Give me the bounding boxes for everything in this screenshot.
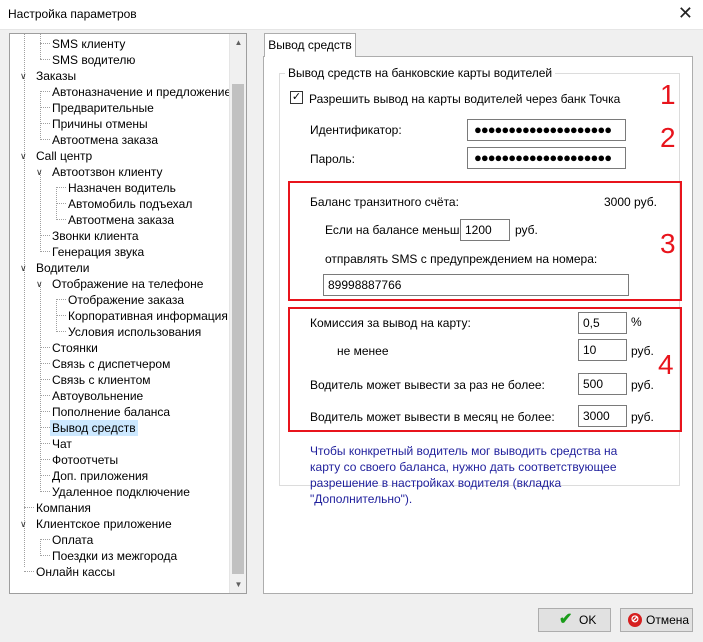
tree-item-label: Автоотзвон клиенту [52,165,163,179]
annotation-box-4 [288,307,682,432]
identifier-field[interactable]: ●●●●●●●●●●●●●●●●●●●● [467,119,626,141]
tree-item-label: Назначен водитель [68,181,176,195]
tree-item-label: Водители [36,261,90,275]
tree-item-label: Поездки из межгорода [52,549,178,563]
tree-item-label: Причины отмены [52,117,148,131]
identifier-label: Идентификатор: [310,123,402,137]
ok-button[interactable]: ✔ OK [538,608,611,632]
tree-items: SMS клиенту SMS водителю ∨ Заказы Автоназнач… [10,34,230,593]
tree-item-label: Удаленное подключение [52,485,190,499]
tree-item-label: Автоотмена заказа [68,213,175,227]
tree-expand-icon[interactable]: ∨ [36,164,43,180]
tree-item-label: SMS водителю [52,53,136,67]
tree-item-label: Отображение на телефоне [52,277,204,291]
annotation-number-1: 1 [660,79,676,110]
tree-item-label: Фотоотчеты [52,453,119,467]
tree-expand-icon[interactable]: ∨ [36,276,43,292]
tree-item-label: SMS клиенту [52,37,126,51]
annotation-box-3 [288,181,682,301]
tree-item-label: Звонки клиента [52,229,139,243]
scroll-thumb[interactable] [232,84,244,574]
password-label: Пароль: [310,152,355,166]
tree-item-label: Компания [36,501,91,515]
tree-item-label: Вывод средств [50,420,138,436]
tree-item-label: Связь с клиентом [52,373,151,387]
tab-withdrawal[interactable]: Вывод средств [264,33,356,57]
tree-scrollbar[interactable]: ▲ ▼ [229,34,246,593]
scroll-down-icon[interactable]: ▼ [230,576,246,593]
tree-expand-icon[interactable]: ∨ [20,148,27,164]
tree-item-label: Отображение заказа [68,293,185,307]
tree-expand-icon[interactable]: ∨ [20,516,27,532]
tree-item-label: Автоназначение и предложение [52,85,230,99]
annotation-number-2: 2 [660,122,676,153]
tree-item-label: Пополнение баланса [52,405,171,419]
close-icon[interactable]: ✕ [678,3,693,24]
check-icon: ✔ [559,611,573,628]
title-bar: Настройка параметров ✕ [0,0,703,30]
cancel-button[interactable]: ⊘ Отмена [620,608,693,632]
tree-item-label: Связь с диспетчером [52,357,171,371]
allow-withdrawal-label: Разрешить вывод на карты водителей через… [309,92,621,106]
tree-expand-icon[interactable]: ∨ [20,260,27,276]
window-title: Настройка параметров [8,7,137,21]
ok-label: OK [579,613,597,627]
tree-item-label: Call центр [36,149,93,163]
tree-item-label: Оплата [52,533,94,547]
settings-tree[interactable]: SMS клиенту SMS водителю ∨ Заказы Автоназнач… [9,33,247,594]
cancel-label: Отмена [646,613,690,627]
tree-item-label: Автомобиль подъехал [68,197,193,211]
info-note: Чтобы конкретный водитель мог выводить с… [310,444,618,506]
tree-item-label: Доп. приложения [52,469,149,483]
cancel-icon: ⊘ [628,613,642,627]
tree-item-label: Клиентское приложение [36,517,172,531]
scroll-up-icon[interactable]: ▲ [230,34,246,51]
tree-item-label: Генерация звука [52,245,145,259]
tree-item-label: Заказы [36,69,77,83]
annotation-number-3: 3 [660,228,676,259]
password-field[interactable]: ●●●●●●●●●●●●●●●●●●●● [467,147,626,169]
tree-item-label: Автоувольнение [52,389,144,403]
group-title: Вывод средств на банковские карты водите… [285,66,556,80]
tree-item-label: Предварительные [52,101,154,115]
tree-item-label: Стоянки [52,341,98,355]
allow-withdrawal-checkbox[interactable]: ✓ [290,91,303,104]
tree-item-label: Онлайн кассы [36,565,116,579]
tree-item-label: Автоотмена заказа [52,133,159,147]
tree-expand-icon[interactable]: ∨ [20,68,27,84]
tree-item-label: Корпоративная информация [68,309,228,323]
tree-item-label: Чат [52,437,72,451]
tree-item-label: Условия использования [68,325,202,339]
annotation-number-4: 4 [658,349,674,380]
